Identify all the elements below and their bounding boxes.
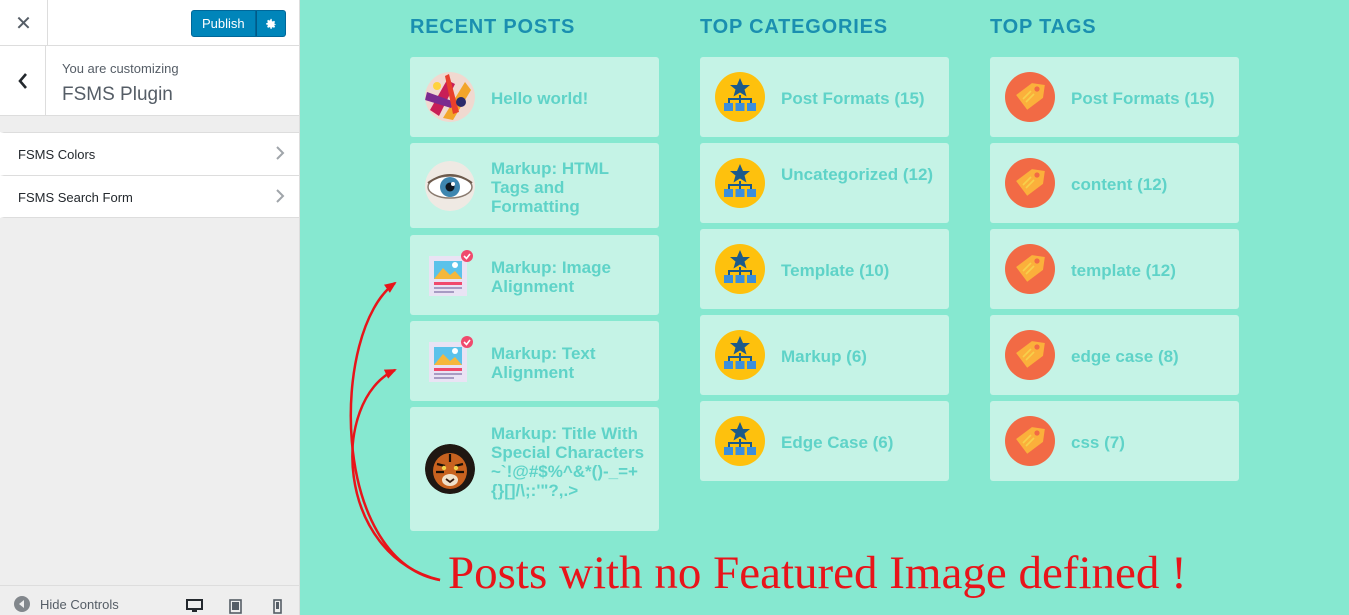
annotation-note: Posts with no Featured Image defined ! — [448, 547, 1187, 599]
price-tag-icon — [1005, 416, 1055, 466]
category-card[interactable]: Post Formats (15) — [700, 57, 949, 137]
price-tag-icon — [1005, 158, 1055, 208]
hide-controls-label: Hide Controls — [40, 596, 119, 612]
chevron-left-icon — [17, 73, 27, 89]
category-hierarchy-icon — [715, 72, 765, 122]
section-list: FSMS Colors FSMS Search Form — [0, 132, 299, 218]
tag-label: Post Formats (15) — [1071, 89, 1215, 108]
customizer-footer: Hide Controls — [0, 585, 299, 615]
section-item-label: FSMS Colors — [18, 147, 96, 162]
category-label: Edge Case (6) — [781, 433, 894, 452]
panel-title: FSMS Plugin — [62, 84, 173, 105]
tag-card[interactable]: template (12) — [990, 229, 1239, 309]
recent-post-title: Markup: HTML Tags and Formatting — [491, 159, 609, 216]
collapse-arrow-icon — [14, 596, 30, 612]
recent-post-card[interactable]: Markup: Text Alignment — [410, 321, 659, 401]
tablet-preview-icon[interactable] — [229, 599, 242, 614]
tag-label: css (7) — [1071, 433, 1125, 452]
customizer-header: ✕ Publish — [0, 0, 299, 46]
category-card[interactable]: Template (10) — [700, 229, 949, 309]
category-hierarchy-icon — [715, 244, 765, 294]
chevron-right-icon — [276, 189, 285, 203]
back-button[interactable] — [0, 46, 46, 116]
desktop-preview-icon[interactable] — [186, 599, 203, 613]
recent-post-card[interactable]: Markup: HTML Tags and Formatting — [410, 143, 659, 228]
top-categories-heading: TOP CATEGORIES — [700, 16, 888, 38]
category-card[interactable]: Markup (6) — [700, 315, 949, 395]
panel-header: You are customizing FSMS Plugin — [0, 46, 299, 116]
section-item-label: FSMS Search Form — [18, 190, 133, 205]
tag-label: edge case (8) — [1071, 347, 1179, 366]
customizing-label: You are customizing — [62, 61, 179, 76]
price-tag-icon — [1005, 72, 1055, 122]
image-placeholder-icon — [425, 250, 475, 300]
customizer-sidebar: ✕ Publish You are customizing FSMS Plugi… — [0, 0, 300, 615]
category-label: Post Formats (15) — [781, 89, 925, 108]
category-label: Markup (6) — [781, 347, 867, 366]
tag-card[interactable]: edge case (8) — [990, 315, 1239, 395]
category-card[interactable]: Uncategorized (12) — [700, 143, 949, 223]
category-label: Uncategorized (12) — [781, 165, 934, 184]
mobile-preview-icon[interactable] — [273, 599, 282, 614]
recent-post-card[interactable]: Hello world! — [410, 57, 659, 137]
category-hierarchy-icon — [715, 416, 765, 466]
publish-button-group: Publish — [191, 10, 286, 37]
category-hierarchy-icon — [715, 330, 765, 380]
tiger-thumbnail-icon — [425, 444, 475, 494]
image-placeholder-icon — [425, 336, 475, 386]
section-item-fsms-colors[interactable]: FSMS Colors — [0, 132, 299, 175]
recent-post-card[interactable]: Markup: Image Alignment — [410, 235, 659, 315]
category-hierarchy-icon — [715, 158, 765, 208]
recent-posts-heading: RECENT POSTS — [410, 16, 576, 38]
hide-controls-button[interactable]: Hide Controls — [14, 596, 119, 612]
publish-settings-button[interactable] — [255, 10, 286, 37]
section-item-fsms-search-form[interactable]: FSMS Search Form — [0, 175, 299, 218]
recent-post-title: Markup: Text Alignment — [491, 344, 596, 382]
chevron-right-icon — [276, 146, 285, 160]
gear-icon — [265, 18, 276, 29]
price-tag-icon — [1005, 330, 1055, 380]
close-customizer-button[interactable]: ✕ — [0, 0, 48, 46]
tag-card[interactable]: css (7) — [990, 401, 1239, 481]
tag-card[interactable]: content (12) — [990, 143, 1239, 223]
top-tags-heading: TOP TAGS — [990, 16, 1097, 38]
tag-label: template (12) — [1071, 261, 1176, 280]
recent-post-title: Markup: Title With Special Characters ~`… — [491, 424, 645, 500]
category-label: Template (10) — [781, 261, 890, 280]
close-icon: ✕ — [15, 11, 32, 35]
tag-label: content (12) — [1071, 175, 1168, 194]
eye-thumbnail-icon — [425, 161, 475, 211]
recent-post-title: Hello world! — [491, 89, 589, 108]
recent-post-card[interactable]: Markup: Title With Special Characters ~`… — [410, 407, 659, 531]
category-card[interactable]: Edge Case (6) — [700, 401, 949, 481]
recent-post-title: Markup: Image Alignment — [491, 258, 611, 296]
price-tag-icon — [1005, 244, 1055, 294]
tag-card[interactable]: Post Formats (15) — [990, 57, 1239, 137]
publish-button[interactable]: Publish — [191, 10, 256, 37]
paint-splash-thumbnail-icon — [425, 72, 475, 122]
